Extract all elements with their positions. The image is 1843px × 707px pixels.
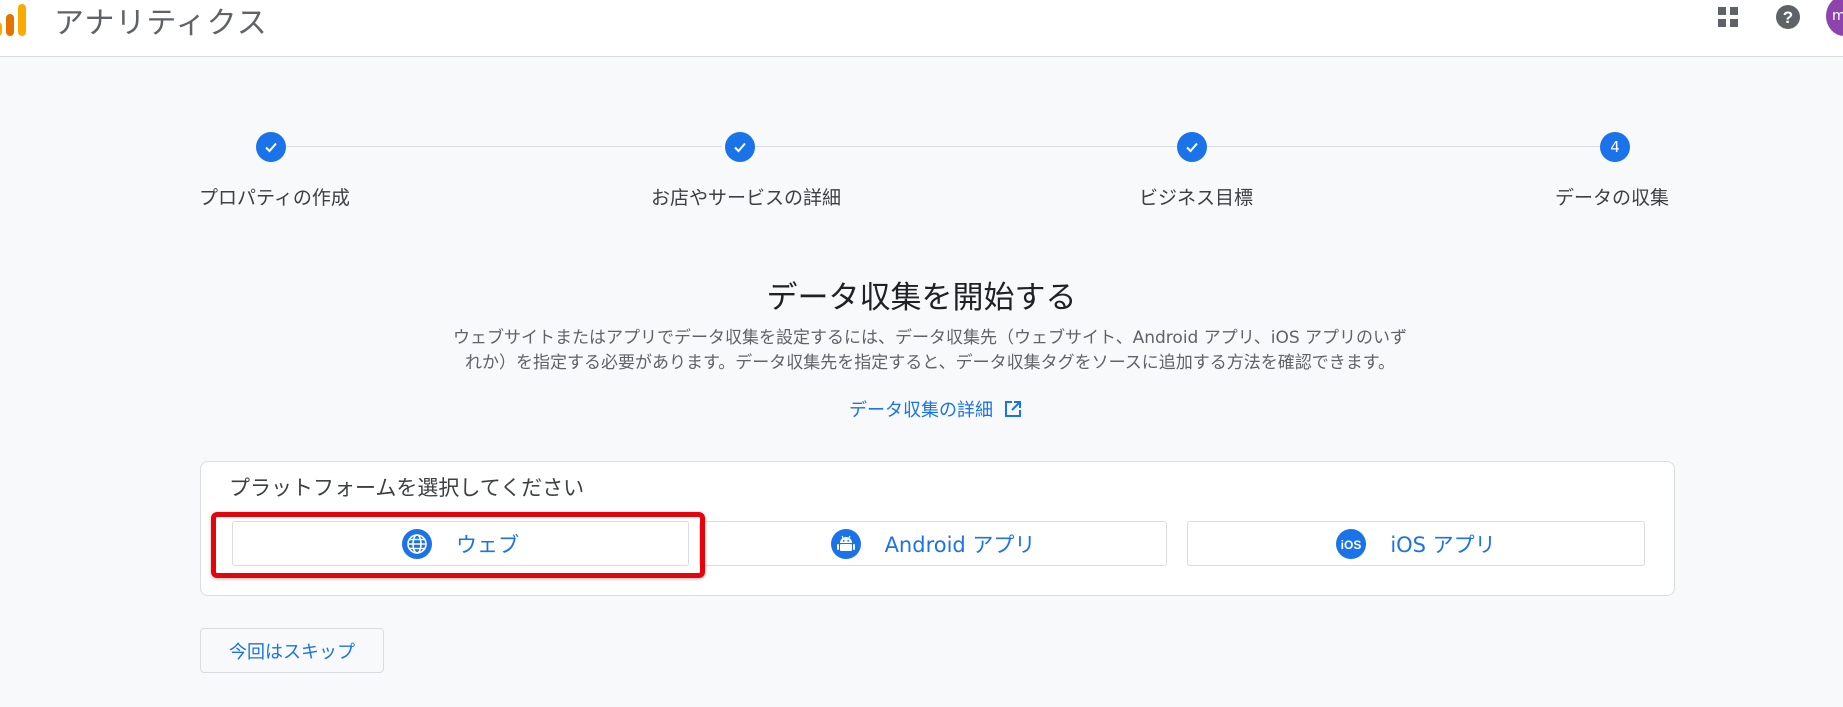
description-line-2: れか）を指定する必要があります。データ収集先を指定すると、データ収集タグをソース… xyxy=(464,353,1396,373)
stepper-connector xyxy=(286,146,722,147)
globe-icon xyxy=(402,528,432,559)
step-label-create-property: プロパティの作成 xyxy=(199,187,350,209)
avatar[interactable]: m xyxy=(1826,0,1843,36)
svg-text:iOS: iOS xyxy=(1341,538,1362,552)
skip-button[interactable]: 今回はスキップ xyxy=(200,628,384,673)
step-label-data-collection: データの収集 xyxy=(1555,187,1670,209)
data-collection-details-link[interactable]: データ収集の詳細 xyxy=(849,396,1023,422)
description: ウェブサイトまたはアプリでデータ収集を設定するには、データ収集先（ウェブサイト、… xyxy=(420,326,1440,376)
android-icon xyxy=(830,528,861,559)
stepper-connector xyxy=(755,146,1177,147)
web-platform-button[interactable]: ウェブ xyxy=(232,521,689,566)
page-title: データ収集を開始する xyxy=(766,280,1077,316)
step-3-check-icon xyxy=(1177,132,1207,162)
step-1-check-icon xyxy=(256,132,286,162)
web-platform-label: ウェブ xyxy=(456,532,519,557)
ios-platform-button[interactable]: iOS iOS アプリ xyxy=(1187,521,1645,566)
android-platform-label: Android アプリ xyxy=(884,532,1036,557)
apps-grid-icon[interactable] xyxy=(1716,5,1740,29)
description-line-1: ウェブサイトまたはアプリでデータ収集を設定するには、データ収集先（ウェブサイト、… xyxy=(452,328,1408,348)
help-icon[interactable]: ? xyxy=(1775,4,1801,30)
app-title: アナリティクス xyxy=(54,6,268,41)
detail-link-label: データ収集の詳細 xyxy=(849,400,993,421)
step-label-business-objectives: ビジネス目標 xyxy=(1139,187,1254,209)
app-header: アナリティクス ? m xyxy=(0,0,1843,57)
analytics-logo-icon[interactable] xyxy=(0,4,26,36)
step-2-check-icon xyxy=(725,132,755,162)
open-in-new-icon xyxy=(1005,401,1021,417)
svg-text:?: ? xyxy=(1783,8,1793,27)
ios-platform-label: iOS アプリ xyxy=(1390,532,1496,557)
step-label-business-details: お店やサービスの詳細 xyxy=(651,187,842,209)
platform-heading: プラットフォームを選択してください xyxy=(229,476,585,500)
step-4-number: 4 xyxy=(1600,132,1630,162)
android-platform-button[interactable]: Android アプリ xyxy=(699,521,1167,566)
ios-icon: iOS xyxy=(1336,528,1367,559)
stepper-connector xyxy=(1207,146,1600,147)
